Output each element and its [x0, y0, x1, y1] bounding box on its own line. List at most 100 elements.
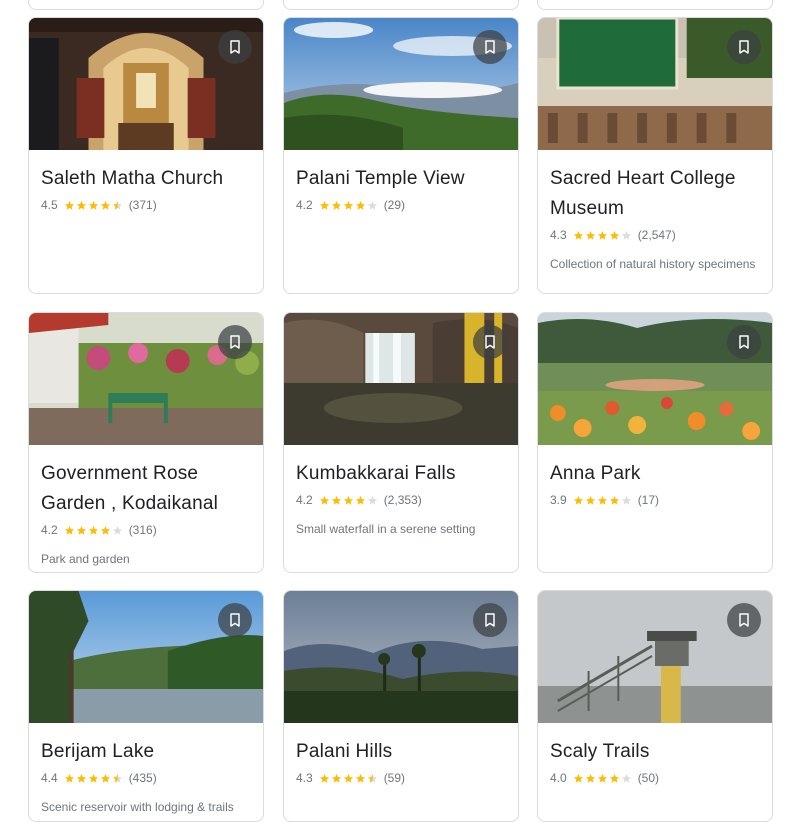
rating-row: 4.3 (59): [296, 769, 506, 787]
star-icon: [88, 773, 98, 783]
save-button[interactable]: [473, 30, 507, 64]
star-icon: [597, 495, 607, 505]
save-button[interactable]: [727, 603, 761, 637]
bookmark-icon: [739, 40, 749, 54]
save-button[interactable]: [218, 30, 252, 64]
star-icon: [112, 773, 122, 783]
star-icon: [64, 200, 74, 210]
place-card[interactable]: Palani Hills 4.3 (59): [283, 590, 519, 822]
save-button[interactable]: [727, 30, 761, 64]
place-description: Collection of natural history specimens: [550, 257, 756, 271]
star-icon: [621, 230, 631, 240]
previous-card-edge: [28, 0, 264, 10]
star-icon: [573, 230, 583, 240]
star-icon: [621, 773, 631, 783]
place-title: Palani Hills: [296, 741, 393, 762]
star-icon: [585, 773, 595, 783]
rating-value: 3.9: [550, 493, 567, 507]
place-photo: [284, 313, 518, 445]
star-icon: [367, 200, 377, 210]
star-icon: [367, 773, 377, 783]
rating-row: 3.9 (17): [550, 491, 760, 509]
star-icon: [331, 200, 341, 210]
place-photo: [538, 313, 772, 445]
place-card[interactable]: Sacred Heart College Museum 4.3 (2,547) …: [537, 17, 773, 294]
star-icon: [343, 200, 353, 210]
place-card[interactable]: Palani Temple View 4.2 (29): [283, 17, 519, 294]
rating-value: 4.4: [41, 771, 58, 785]
place-title: Scaly Trails: [550, 741, 650, 762]
review-count: (2,353): [383, 493, 422, 507]
review-count: (2,547): [637, 228, 676, 242]
star-icon: [88, 200, 98, 210]
star-icon: [367, 495, 377, 505]
place-card[interactable]: Government Rose Garden , Kodaikanal 4.2 …: [28, 312, 264, 573]
bookmark-icon: [739, 613, 749, 627]
star-icon: [76, 525, 86, 535]
place-title: Berijam Lake: [41, 741, 155, 762]
previous-card-edge: [537, 0, 773, 10]
place-card[interactable]: Berijam Lake 4.4 (435) Scenic reservoir …: [28, 590, 264, 822]
place-card[interactable]: Kumbakkarai Falls 4.2 (2,353) Small wate…: [283, 312, 519, 573]
star-icon: [355, 495, 365, 505]
place-card[interactable]: Saleth Matha Church 4.5 (371): [28, 17, 264, 294]
place-photo: [284, 18, 518, 150]
place-photo: [538, 591, 772, 723]
star-icon: [609, 773, 619, 783]
rating-value: 4.0: [550, 771, 567, 785]
rating-row: 4.4 (435): [41, 769, 251, 787]
star-icon: [331, 495, 341, 505]
save-button[interactable]: [473, 325, 507, 359]
bookmark-icon: [230, 335, 240, 349]
save-button[interactable]: [473, 603, 507, 637]
star-rating: [319, 495, 379, 506]
star-rating: [573, 773, 633, 784]
place-card[interactable]: Scaly Trails 4.0 (50): [537, 590, 773, 822]
rating-row: 4.5 (371): [41, 196, 251, 214]
place-card[interactable]: Anna Park 3.9 (17): [537, 312, 773, 573]
star-icon: [597, 230, 607, 240]
star-icon: [343, 773, 353, 783]
star-icon: [331, 773, 341, 783]
review-count: (371): [128, 198, 157, 212]
place-photo: [284, 591, 518, 723]
review-count: (59): [383, 771, 406, 785]
place-title: Government Rose Garden , Kodaikanal: [41, 463, 219, 514]
star-icon: [100, 525, 110, 535]
star-icon: [585, 495, 595, 505]
star-icon: [597, 773, 607, 783]
rating-row: 4.2 (2,353): [296, 491, 506, 509]
save-button[interactable]: [218, 603, 252, 637]
star-icon: [609, 230, 619, 240]
place-photo: [29, 18, 263, 150]
save-button[interactable]: [218, 325, 252, 359]
place-description: Park and garden: [41, 552, 130, 566]
star-icon: [76, 200, 86, 210]
bookmark-icon: [485, 335, 495, 349]
star-rating: [319, 773, 379, 784]
previous-card-edge: [283, 0, 519, 10]
star-icon: [319, 773, 329, 783]
rating-value: 4.2: [296, 198, 313, 212]
place-title: Saleth Matha Church: [41, 168, 224, 189]
star-icon: [64, 773, 74, 783]
star-icon: [585, 230, 595, 240]
star-icon: [100, 200, 110, 210]
bookmark-icon: [485, 40, 495, 54]
rating-row: 4.0 (50): [550, 769, 760, 787]
rating-row: 4.2 (29): [296, 196, 506, 214]
review-count: (29): [383, 198, 406, 212]
star-icon: [112, 525, 122, 535]
star-icon: [112, 200, 122, 210]
star-icon: [76, 773, 86, 783]
place-title: Anna Park: [550, 463, 641, 484]
star-rating: [573, 495, 633, 506]
star-icon: [355, 773, 365, 783]
place-photo: [538, 18, 772, 150]
save-button[interactable]: [727, 325, 761, 359]
bookmark-icon: [739, 335, 749, 349]
rating-value: 4.2: [41, 523, 58, 537]
rating-row: 4.2 (316): [41, 521, 251, 539]
star-rating: [573, 230, 633, 241]
review-count: (316): [128, 523, 157, 537]
